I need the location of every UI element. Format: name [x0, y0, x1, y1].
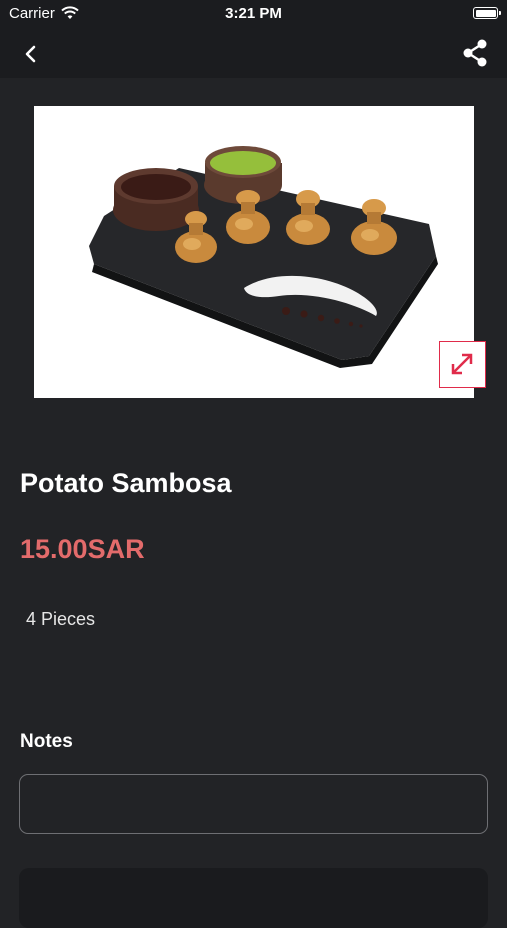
product-price: 15.00SAR: [20, 534, 145, 564]
share-button[interactable]: [461, 38, 489, 68]
bottom-panel: [19, 868, 488, 928]
expand-image-button[interactable]: [439, 341, 486, 388]
food-photo: [89, 146, 438, 368]
clock: 3:21 PM: [225, 5, 282, 22]
sambosa-4: [351, 199, 397, 255]
product-name: Potato Sambosa: [20, 468, 232, 498]
battery-icon: [473, 7, 501, 19]
nav-bar: [0, 28, 507, 78]
share-icon: [463, 39, 487, 67]
chevron-left-icon: [25, 45, 36, 63]
product-image[interactable]: [34, 106, 474, 398]
product-description: 4 Pieces: [26, 609, 96, 629]
notes-input[interactable]: [19, 774, 488, 834]
notes-label: Notes: [20, 731, 73, 752]
status-bar: Carrier 3:21 PM: [0, 0, 507, 28]
expand-arrows-icon: [451, 353, 473, 375]
back-button[interactable]: [14, 38, 46, 70]
